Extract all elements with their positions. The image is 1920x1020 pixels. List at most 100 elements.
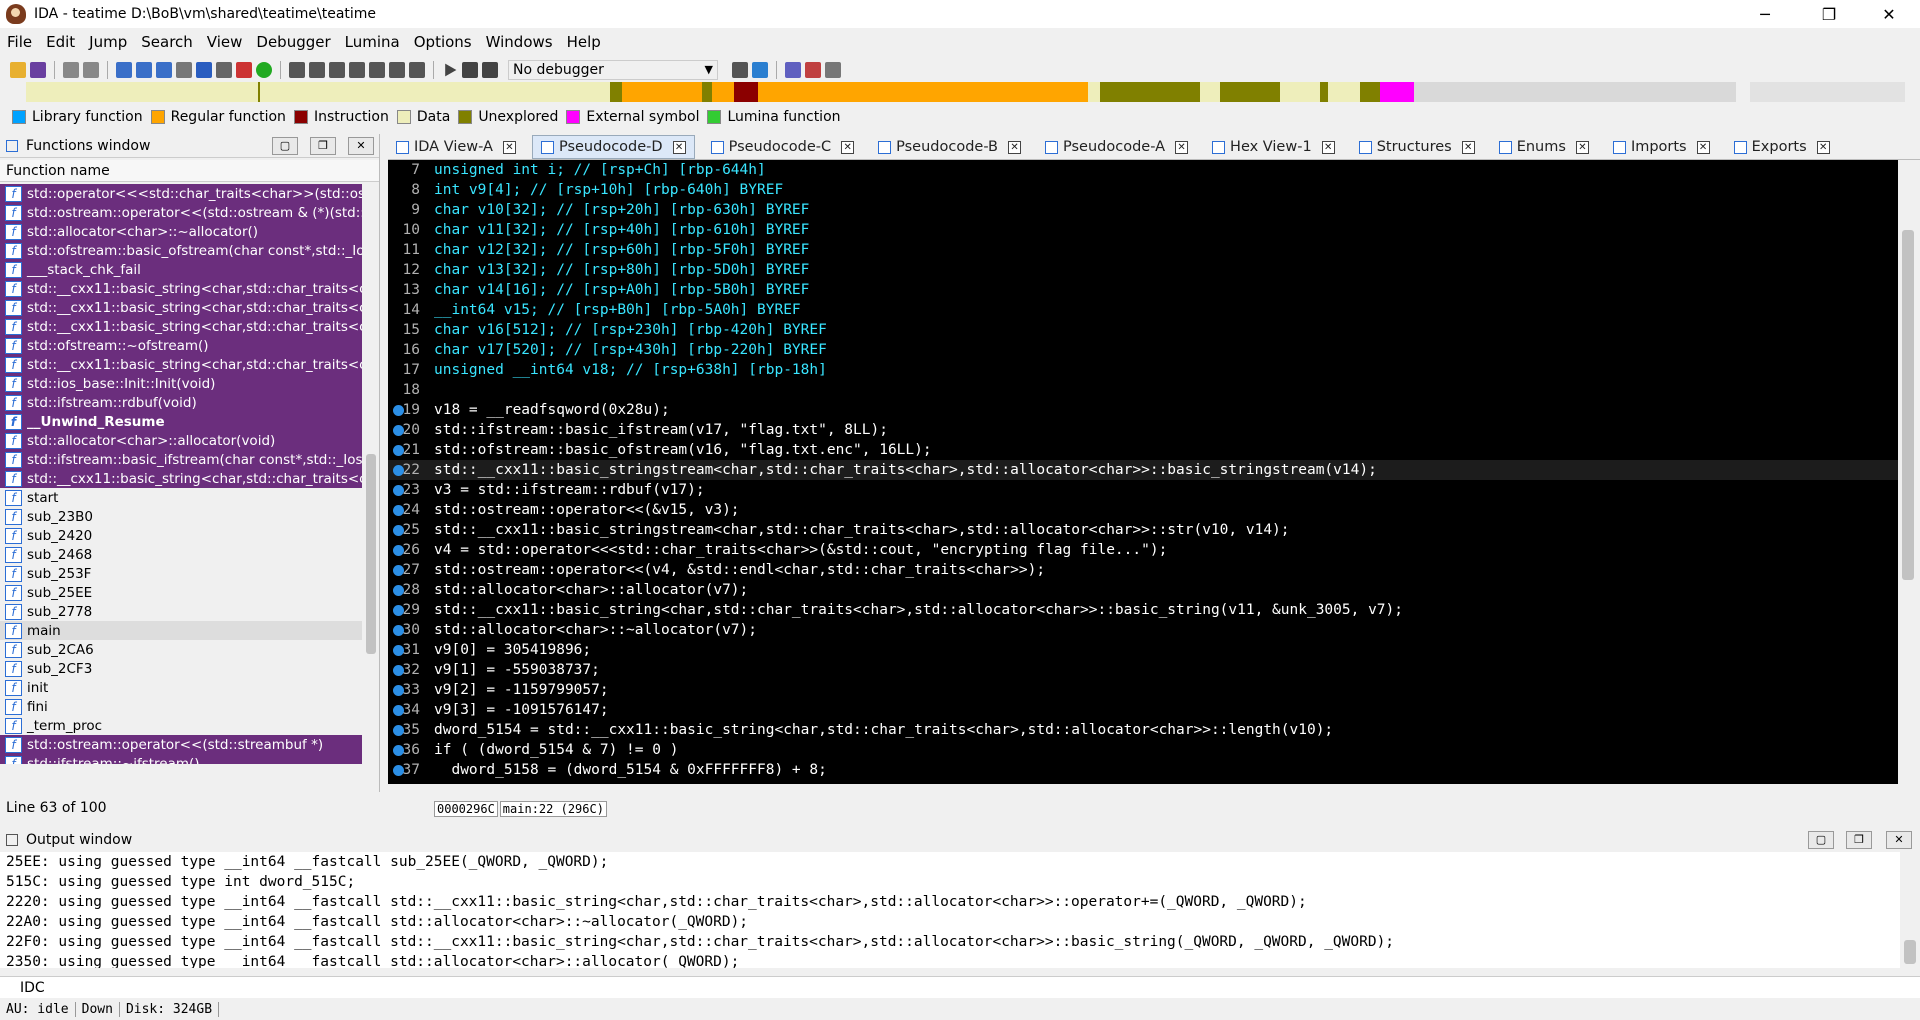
enum-icon[interactable] <box>309 62 325 78</box>
breakpoint-dot-icon[interactable] <box>393 545 404 556</box>
idc-label[interactable]: IDC <box>20 980 45 996</box>
menu-lumina[interactable]: Lumina <box>338 33 407 51</box>
maximize-button[interactable]: ❐ <box>1806 0 1852 28</box>
search-direction[interactable]: Down <box>76 1002 120 1017</box>
function-row[interactable]: f std::ofstream::~ofstream() <box>0 336 362 355</box>
function-row[interactable]: f std::ios_base::Init::Init(void) <box>0 374 362 393</box>
tab-pseudocode-a[interactable]: Pseudocode-A ✕ <box>1037 135 1196 159</box>
code-line[interactable]: 16 char v17[520]; // [rsp+430h] [rbp-220h… <box>388 340 1898 360</box>
code-line[interactable]: 34 v9[3] = -1091576147; <box>388 700 1898 720</box>
code-line[interactable]: 30 std::allocator<char>::~allocator(v7); <box>388 620 1898 640</box>
breakpoint-icon[interactable] <box>785 62 801 78</box>
pseudocode-scrollbar[interactable] <box>1898 160 1920 784</box>
function-list-scrollbar[interactable] <box>364 184 378 764</box>
tab-imports[interactable]: Imports ✕ <box>1605 135 1718 159</box>
edit-icon[interactable] <box>389 62 405 78</box>
menu-debugger[interactable]: Debugger <box>249 33 337 51</box>
breakpoint-dot-icon[interactable] <box>393 505 404 516</box>
function-row[interactable]: f sub_23B0 <box>0 507 362 526</box>
code-line[interactable]: 11 char v12[32]; // [rsp+60h] [rbp-5F0h] … <box>388 240 1898 260</box>
close-icon[interactable]: ✕ <box>502 140 516 154</box>
function-row[interactable]: f sub_253F <box>0 564 362 583</box>
close-icon[interactable]: ✕ <box>1816 140 1830 154</box>
refresh-icon[interactable] <box>752 62 768 78</box>
function-row[interactable]: f std::ifstream::basic_ifstream(char cons… <box>0 450 362 469</box>
function-row[interactable]: f init <box>0 678 362 697</box>
column-header-function-name[interactable]: Function name <box>0 160 379 182</box>
code-line[interactable]: 7 unsigned int i; // [rsp+Ch] [rbp-644h] <box>388 160 1898 180</box>
tab-hex-view-1[interactable]: Hex View-1 ✕ <box>1204 135 1343 159</box>
delete-icon[interactable] <box>409 62 425 78</box>
open-icon[interactable] <box>10 62 26 78</box>
breakpoint-dot-icon[interactable] <box>393 625 404 636</box>
code-line[interactable]: 8 int v9[4]; // [rsp+10h] [rbp-640h] BYRE… <box>388 180 1898 200</box>
output-scrollbar[interactable] <box>1900 852 1920 968</box>
close-icon[interactable]: ✕ <box>1321 140 1335 154</box>
menu-jump[interactable]: Jump <box>82 33 134 51</box>
tab-structures[interactable]: Structures ✕ <box>1351 135 1483 159</box>
function-row[interactable]: f _term_proc <box>0 716 362 735</box>
flow-icon[interactable] <box>196 62 212 78</box>
code-line[interactable]: 29 std::__cxx11::basic_string<char,std::c… <box>388 600 1898 620</box>
function-row[interactable]: f sub_25EE <box>0 583 362 602</box>
function-row[interactable]: f std::ofstream::basic_ofstream(char cons… <box>0 241 362 260</box>
close-icon[interactable]: ✕ <box>1696 140 1710 154</box>
struct-icon[interactable] <box>289 62 305 78</box>
code-line[interactable]: 37 dword_5158 = (dword_5154 & 0xFFFFFFF8… <box>388 760 1898 780</box>
close-icon[interactable]: ✕ <box>1175 140 1189 154</box>
function-row[interactable]: f sub_2CF3 <box>0 659 362 678</box>
breakpoint-dot-icon[interactable] <box>393 725 404 736</box>
tab-pseudocode-c[interactable]: Pseudocode-C ✕ <box>703 135 863 159</box>
idc-input[interactable]: IDC <box>0 976 1920 998</box>
breakpoint-dot-icon[interactable] <box>393 665 404 676</box>
code-line[interactable]: 22 std::__cxx11::basic_stringstream<char,… <box>388 460 1898 480</box>
code-line[interactable]: 33 v9[2] = -1159799057; <box>388 680 1898 700</box>
code-line[interactable]: 26 v4 = std::operator<<<std::char_traits<… <box>388 540 1898 560</box>
panel-restore-button[interactable]: ❐ <box>1846 831 1872 849</box>
function-row[interactable]: f sub_2420 <box>0 526 362 545</box>
function-row[interactable]: f std::operator<<<std::char_traits<char>>… <box>0 184 362 203</box>
code-line[interactable]: 23 v3 = std::ifstream::rdbuf(v17); <box>388 480 1898 500</box>
close-icon[interactable]: ✕ <box>672 140 686 154</box>
immediate-search-icon[interactable] <box>156 62 172 78</box>
tab-pseudocode-b[interactable]: Pseudocode-B ✕ <box>870 135 1029 159</box>
function-row[interactable]: f std::ostream::operator<<(std::ostream &… <box>0 203 362 222</box>
function-row[interactable]: f std::__cxx11::basic_string<char,std::ch… <box>0 469 362 488</box>
navigation-band[interactable] <box>26 82 1736 102</box>
close-icon[interactable]: ✕ <box>1461 140 1475 154</box>
code-line[interactable]: 31 v9[0] = 305419896; <box>388 640 1898 660</box>
function-row[interactable]: f std::__cxx11::basic_string<char,std::ch… <box>0 355 362 374</box>
breakpoint-dot-icon[interactable] <box>393 645 404 656</box>
close-button[interactable]: ✕ <box>1866 0 1912 28</box>
breakpoint-dot-icon[interactable] <box>393 705 404 716</box>
binary-search-icon[interactable] <box>136 62 152 78</box>
code-line[interactable]: 28 std::allocator<char>::allocator(v7); <box>388 580 1898 600</box>
close-icon[interactable]: ✕ <box>1575 140 1589 154</box>
panel-restore-button[interactable]: ❐ <box>310 137 336 155</box>
stop-icon[interactable] <box>482 62 498 78</box>
pseudocode-view[interactable]: 7 unsigned int i; // [rsp+Ch] [rbp-644h] 8… <box>388 160 1898 784</box>
code-line[interactable]: 25 std::__cxx11::basic_stringstream<char,… <box>388 520 1898 540</box>
text-search-icon[interactable] <box>116 62 132 78</box>
function-row[interactable]: f std::__cxx11::basic_string<char,std::ch… <box>0 298 362 317</box>
code-line[interactable]: 20 std::ifstream::basic_ifstream(v17, "fl… <box>388 420 1898 440</box>
function-row[interactable]: f std::allocator<char>::allocator(void) <box>0 431 362 450</box>
panel-close-button[interactable]: ✕ <box>348 137 374 155</box>
flag-icon[interactable] <box>825 62 841 78</box>
tool-icon[interactable] <box>216 62 232 78</box>
graph-icon[interactable] <box>329 62 345 78</box>
function-row[interactable]: f main <box>0 621 362 640</box>
code-line[interactable]: 12 char v13[32]; // [rsp+80h] [rbp-5D0h] … <box>388 260 1898 280</box>
code-line[interactable]: 36 if ( (dword_5154 & 7) != 0 ) <box>388 740 1898 760</box>
function-row[interactable]: f std::__cxx11::basic_string<char,std::ch… <box>0 279 362 298</box>
breakpoint-dot-icon[interactable] <box>393 605 404 616</box>
code-line[interactable]: 15 char v16[512]; // [rsp+230h] [rbp-420h… <box>388 320 1898 340</box>
function-row[interactable]: f __Unwind_Resume <box>0 412 362 431</box>
breakpoint-dot-icon[interactable] <box>393 465 404 476</box>
debugger-select[interactable]: No debugger ▼ <box>508 60 718 80</box>
function-row[interactable]: f fini <box>0 697 362 716</box>
code-line[interactable]: 32 v9[1] = -559038737; <box>388 660 1898 680</box>
patch-icon[interactable] <box>369 62 385 78</box>
breakpoint-dot-icon[interactable] <box>393 565 404 576</box>
close-icon[interactable]: ✕ <box>1008 140 1022 154</box>
